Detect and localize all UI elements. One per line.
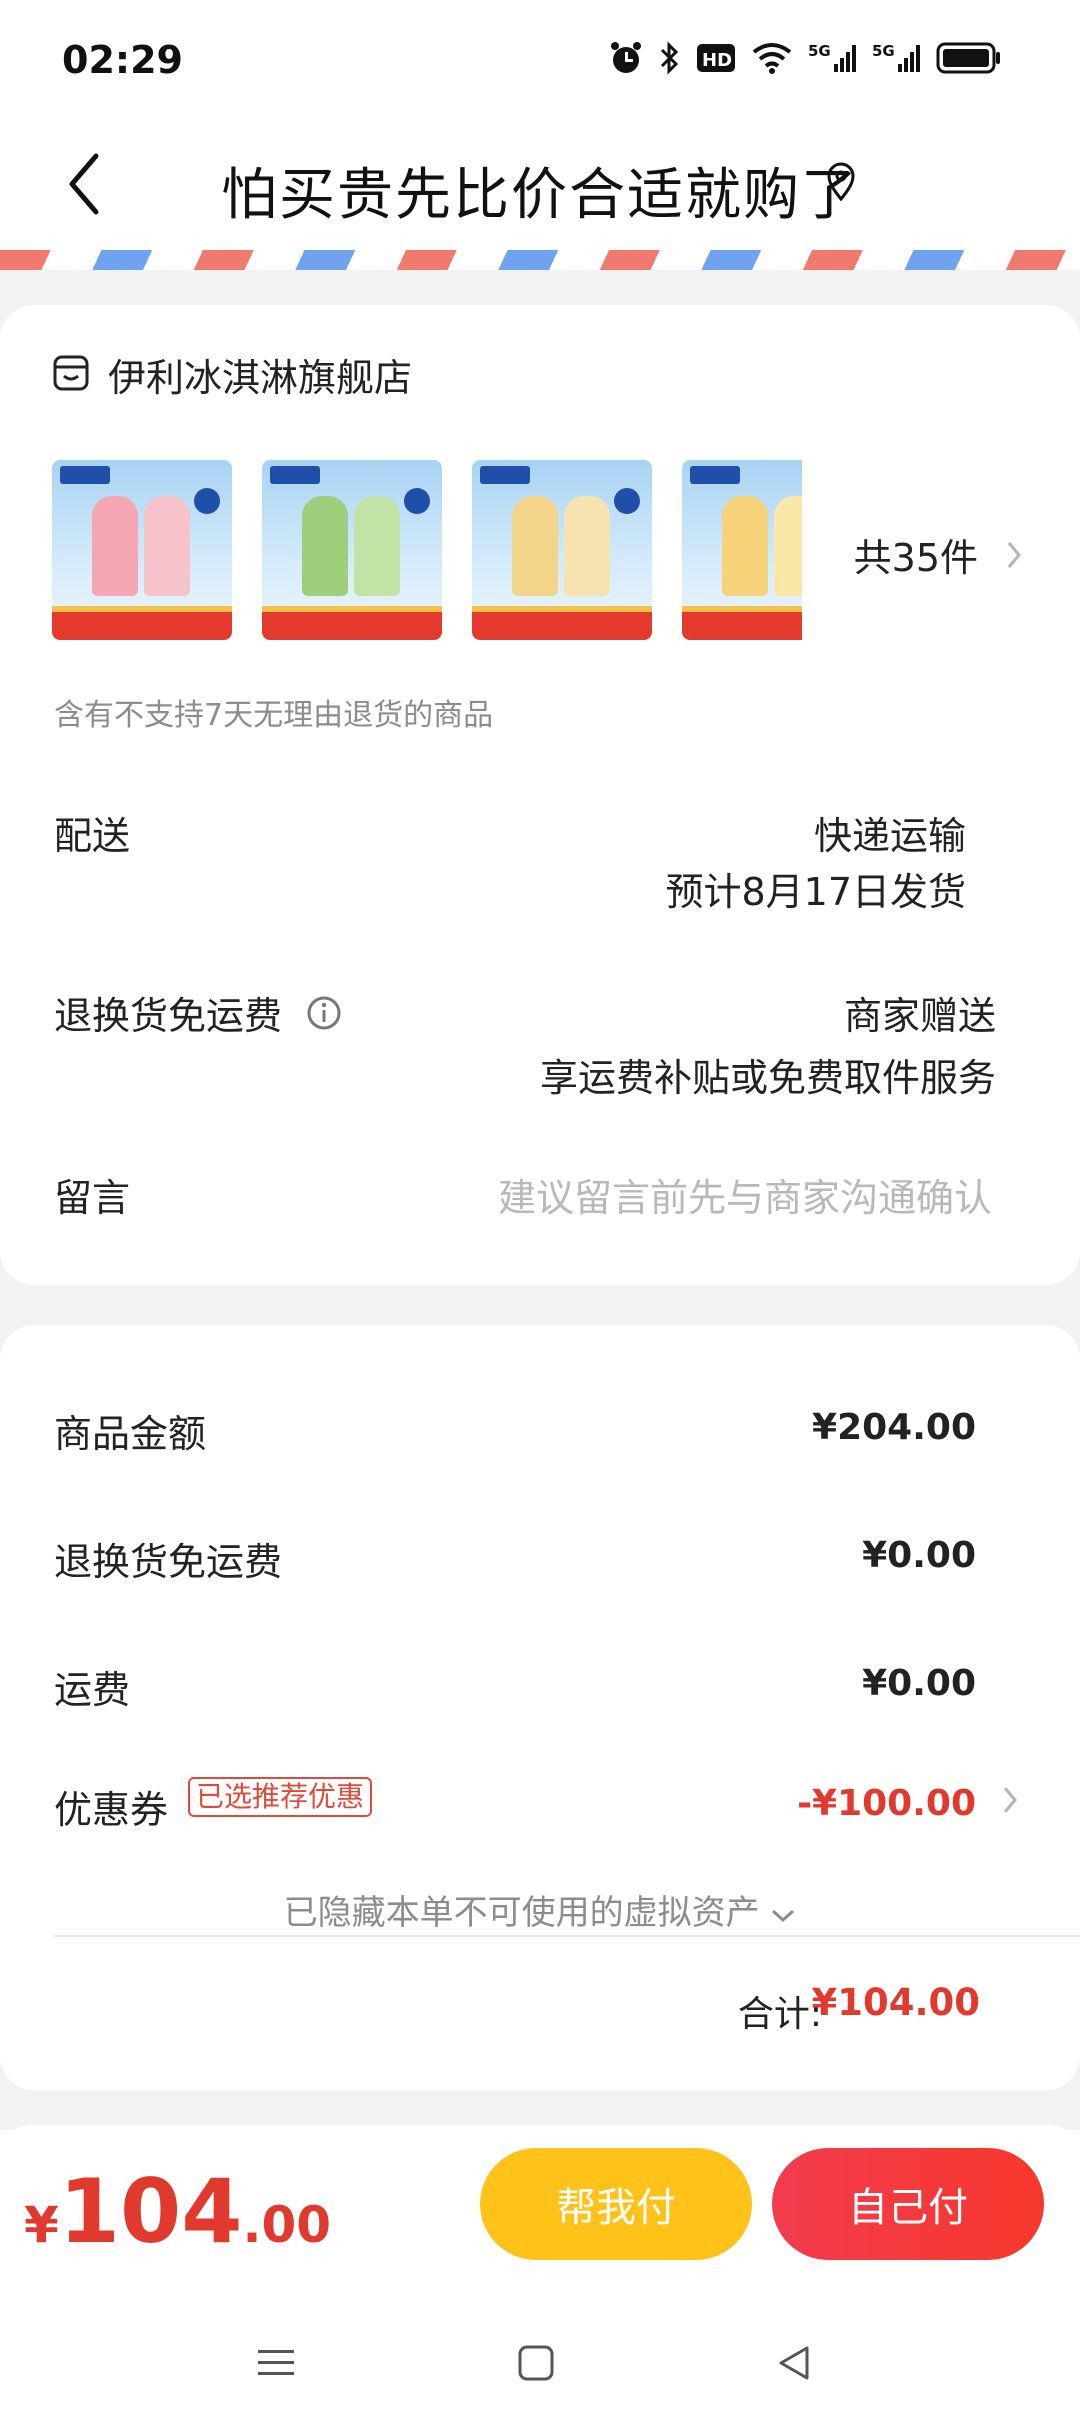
product-thumbnail[interactable] bbox=[52, 460, 232, 640]
store-card: 伊利冰淇淋旗舰店 共35件 含有不支持7天无理由退货的商品 配送 快递运输 预计… bbox=[0, 305, 1080, 1285]
return-fee-label: 退换货免运费 bbox=[54, 1540, 283, 1584]
status-icons: HD 5G 5G bbox=[608, 40, 1002, 76]
divider bbox=[54, 1935, 1080, 1937]
total-value: ¥104.00 bbox=[811, 1981, 980, 2024]
payable-amount: ¥104.00 bbox=[24, 2160, 331, 2263]
total-label: 合计: bbox=[737, 1994, 822, 2035]
product-thumbnail[interactable] bbox=[472, 460, 652, 640]
return-shipping-row: 退换货免运费 bbox=[54, 985, 342, 1040]
freight-value: ¥0.00 bbox=[862, 1663, 976, 1704]
wifi-icon bbox=[750, 40, 794, 76]
currency-symbol: ¥ bbox=[24, 2196, 59, 2254]
store-name: 伊利冰淇淋旗舰店 bbox=[108, 356, 413, 400]
coupon-label: 优惠券 bbox=[54, 1788, 169, 1832]
net1-label: 5G bbox=[808, 42, 831, 60]
hidden-assets-toggle[interactable]: 已隐藏本单不可使用的虚拟资产 bbox=[0, 1885, 1080, 1934]
header: 怕买贵先比价合适就购了 bbox=[0, 120, 1080, 250]
coupon-value[interactable]: -¥100.00 bbox=[797, 1783, 976, 1824]
goods-amount-value: ¥204.00 bbox=[812, 1407, 976, 1448]
bluetooth-icon bbox=[658, 40, 682, 76]
delivery-estimate: 预计8月17日发货 bbox=[665, 870, 966, 914]
return-shipping-value: 商家赠送 bbox=[843, 994, 996, 1038]
bottom-bar: ¥104.00 帮我付 自己付 bbox=[0, 2130, 1080, 2412]
chevron-right-icon[interactable] bbox=[1002, 1785, 1018, 1815]
back-nav-icon[interactable] bbox=[764, 2338, 824, 2388]
status-time: 02:29 bbox=[62, 38, 183, 82]
message-input[interactable]: 建议留言前先与商家沟通确认 bbox=[498, 1167, 992, 1222]
product-thumbnails[interactable] bbox=[52, 460, 802, 640]
store-icon bbox=[52, 354, 90, 396]
amount-integer: 104 bbox=[58, 2160, 243, 2263]
help-pay-button[interactable]: 帮我付 bbox=[480, 2148, 752, 2260]
hidden-assets-text: 已隐藏本单不可使用的虚拟资产 bbox=[283, 1893, 760, 1933]
return-shipping-label: 退换货免运费 bbox=[54, 994, 283, 1038]
hd-icon: HD bbox=[696, 42, 736, 74]
product-thumbnail[interactable] bbox=[262, 460, 442, 640]
message-label: 留言 bbox=[54, 1176, 131, 1220]
delivery-label: 配送 bbox=[54, 814, 131, 858]
return-shipping-detail: 享运费补贴或免费取件服务 bbox=[539, 1056, 996, 1100]
hd-label: HD bbox=[702, 50, 732, 71]
store-header[interactable]: 伊利冰淇淋旗舰店 bbox=[52, 347, 412, 402]
freight-label: 运费 bbox=[54, 1668, 131, 1712]
signal-5g-icon: 5G bbox=[872, 40, 922, 76]
airmail-stripe bbox=[0, 250, 1080, 270]
chevron-down-icon bbox=[772, 1909, 795, 1923]
totals-card: 商品金额 ¥204.00 退换货免运费 ¥0.00 运费 ¥0.00 优惠券 已… bbox=[0, 1325, 1080, 2090]
coupon-tag: 已选推荐优惠 bbox=[188, 1777, 373, 1817]
delivery-method[interactable]: 快递运输 bbox=[814, 805, 966, 860]
goods-amount-label: 商品金额 bbox=[54, 1412, 207, 1456]
location-pin-icon[interactable] bbox=[826, 162, 866, 212]
chevron-right-icon bbox=[1007, 541, 1021, 568]
signal-5g-icon: 5G bbox=[808, 40, 858, 76]
self-pay-button[interactable]: 自己付 bbox=[772, 2148, 1044, 2260]
home-icon[interactable] bbox=[506, 2338, 566, 2388]
return-fee-value: ¥0.00 bbox=[862, 1535, 976, 1576]
item-count: 共35件 bbox=[853, 536, 978, 580]
status-bar: 02:29 HD 5G 5G bbox=[0, 0, 1080, 120]
menu-icon[interactable] bbox=[246, 2338, 306, 2388]
net2-label: 5G bbox=[872, 42, 895, 60]
alarm-icon bbox=[608, 40, 644, 76]
product-thumbnail[interactable] bbox=[682, 460, 802, 640]
item-count-link[interactable]: 共35件 bbox=[854, 527, 1022, 582]
system-nav-bar bbox=[0, 2310, 1080, 2412]
return-notice: 含有不支持7天无理由退货的商品 bbox=[54, 698, 494, 733]
battery-icon bbox=[936, 41, 1002, 75]
page-title: 怕买贵先比价合适就购了 bbox=[221, 163, 859, 228]
amount-decimal: .00 bbox=[242, 2196, 332, 2254]
info-icon[interactable] bbox=[306, 995, 342, 1031]
